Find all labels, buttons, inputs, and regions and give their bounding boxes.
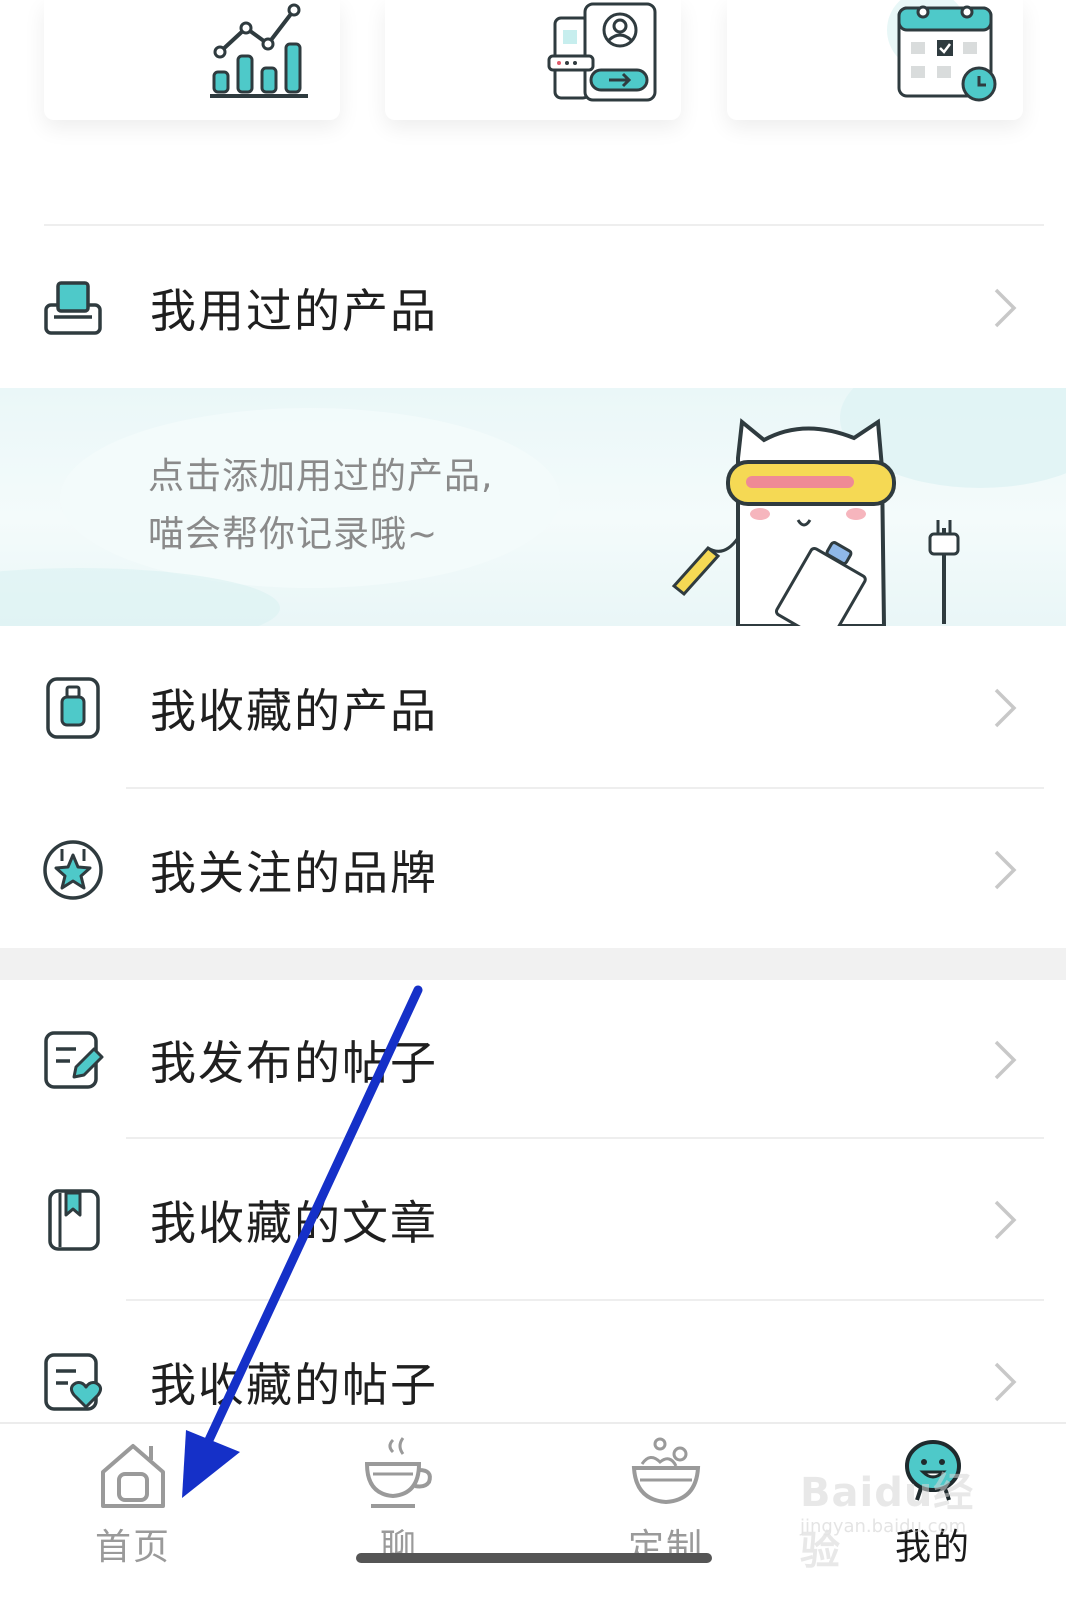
chevron-right-icon xyxy=(994,288,1017,328)
item-divider xyxy=(126,787,1044,789)
watermark-url: jingyan.baidu.com xyxy=(800,1516,967,1537)
watermark: Baidu经验 jingyan.baidu.com xyxy=(800,1460,1000,1574)
menu-item-label: 我用过的产品 xyxy=(150,284,438,338)
product-box-icon xyxy=(44,281,102,335)
add-product-banner[interactable]: 点击添加用过的产品, 喵会帮你记录哦~ xyxy=(0,388,1066,626)
chevron-right-icon xyxy=(994,688,1017,728)
section-divider xyxy=(44,224,1044,226)
section-gap xyxy=(0,948,1066,980)
coffee-cup-icon xyxy=(364,1437,432,1508)
profile-page: 我用过的产品 点击添加用过的产品, 喵会帮你记录哦~ 我收藏的产品 我关注的品牌… xyxy=(0,0,1066,1600)
shortcut-cards xyxy=(0,0,1066,200)
shortcut-card-profile[interactable] xyxy=(385,0,681,120)
calendar-icon xyxy=(887,0,997,102)
tab-custom[interactable]: 定制 xyxy=(566,1424,766,1600)
bottle-icon xyxy=(46,677,100,739)
item-divider xyxy=(126,1299,1044,1301)
menu-item-my-posts[interactable]: 我发布的帖子 xyxy=(0,980,1066,1140)
menu-item-label: 我关注的品牌 xyxy=(150,846,438,900)
shortcut-card-stats[interactable] xyxy=(44,0,340,120)
menu-item-label: 我收藏的文章 xyxy=(150,1196,438,1250)
item-divider xyxy=(126,1137,1044,1139)
tab-chat[interactable]: 聊 xyxy=(299,1424,499,1600)
menu-item-followed-brands[interactable]: 我关注的品牌 xyxy=(0,790,1066,950)
banner-line-1: 点击添加用过的产品, xyxy=(148,456,494,497)
chevron-right-icon xyxy=(994,1200,1017,1240)
menu-item-used-products[interactable]: 我用过的产品 xyxy=(0,228,1066,388)
chevron-right-icon xyxy=(994,1040,1017,1080)
bookmark-article-icon xyxy=(48,1189,100,1251)
edit-post-icon xyxy=(44,1031,104,1089)
menu-item-label: 我收藏的产品 xyxy=(150,684,438,738)
chevron-right-icon xyxy=(994,1362,1017,1402)
tab-home[interactable]: 首页 xyxy=(33,1424,233,1600)
shortcut-card-calendar[interactable] xyxy=(727,0,1023,120)
home-indicator[interactable] xyxy=(356,1553,712,1563)
menu-item-favorite-articles[interactable]: 我收藏的文章 xyxy=(0,1140,1066,1300)
menu-item-favorite-products[interactable]: 我收藏的产品 xyxy=(0,628,1066,788)
cat-mascot-illustration xyxy=(671,418,960,626)
banner-text: 点击添加用过的产品, 喵会帮你记录哦~ xyxy=(148,448,493,564)
profile-card-icon xyxy=(547,2,657,102)
banner-line-2: 喵会帮你记录哦~ xyxy=(148,514,439,555)
chevron-right-icon xyxy=(994,850,1017,890)
star-badge-icon xyxy=(43,840,103,900)
home-icon xyxy=(101,1444,165,1508)
chart-stats-icon xyxy=(210,3,308,98)
tab-label: 首页 xyxy=(94,1527,171,1568)
menu-item-label: 我收藏的帖子 xyxy=(150,1358,438,1412)
bowl-icon xyxy=(631,1437,701,1505)
menu-item-label: 我发布的帖子 xyxy=(150,1036,438,1090)
heart-post-icon xyxy=(44,1353,103,1411)
